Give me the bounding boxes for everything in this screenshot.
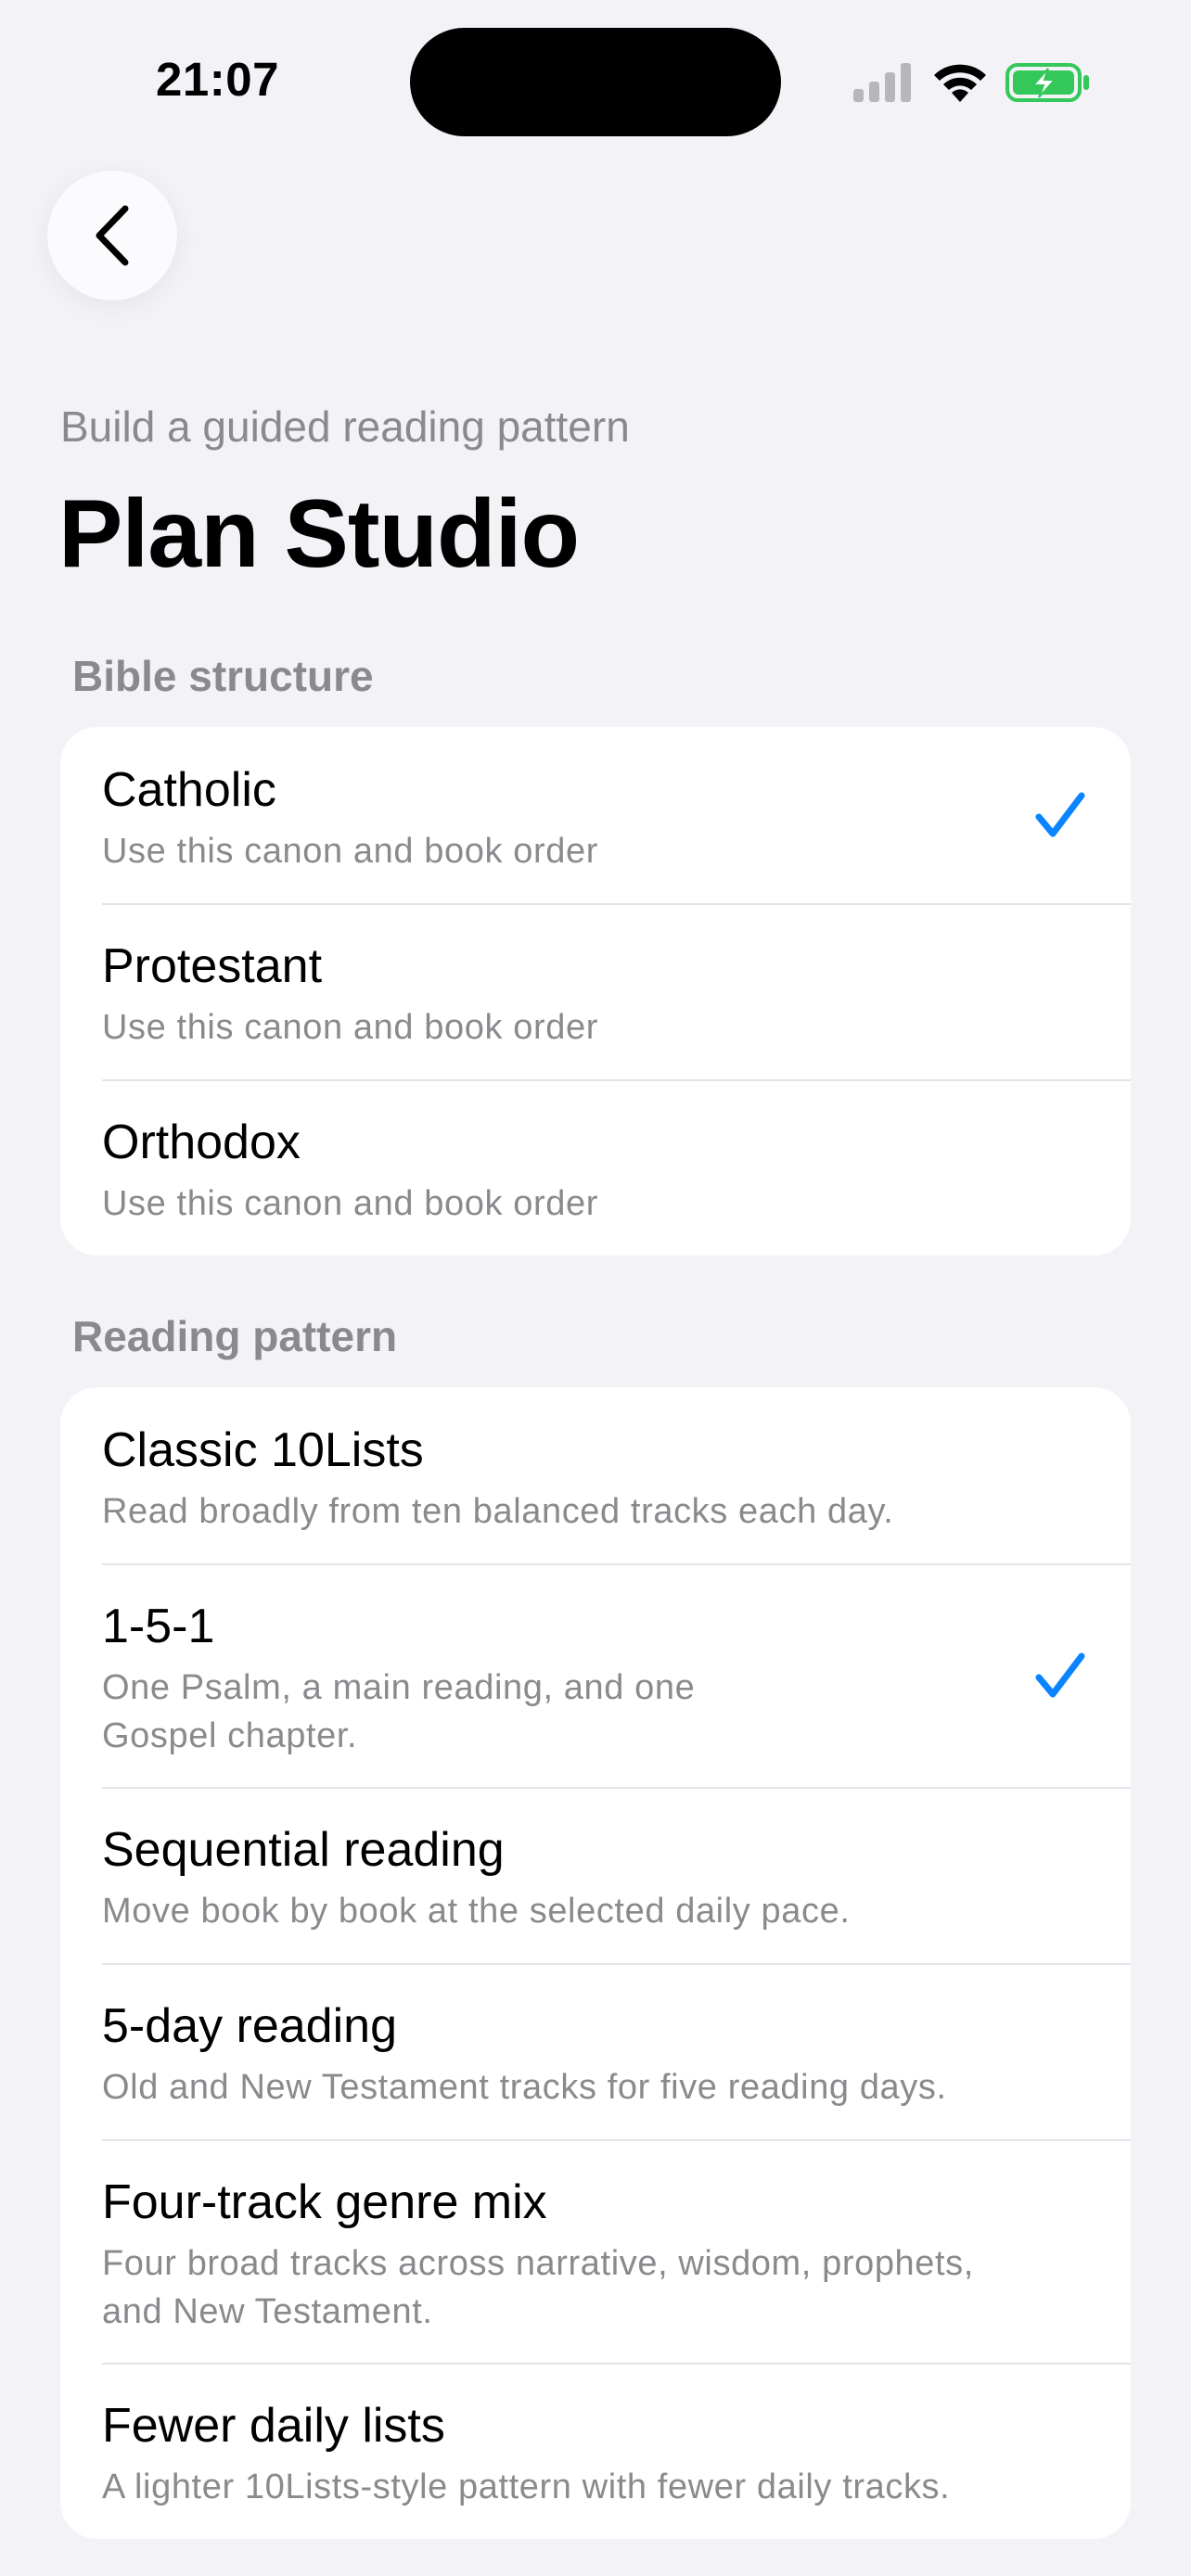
back-button[interactable]	[47, 171, 177, 300]
pattern-classic-10lists[interactable]: Classic 10Lists Read broadly from ten ba…	[60, 1387, 1131, 1563]
pattern-description-line1: Four broad tracks across narrative, wisd…	[102, 2244, 974, 2283]
plan-studio-screen: 21:07 Build a guided reading pattern Pla…	[0, 0, 1191, 2576]
option-protestant[interactable]: Protestant Use this canon and book order	[60, 903, 1131, 1079]
pattern-description: A lighter 10Lists-style pattern with few…	[102, 2468, 951, 2506]
dynamic-island	[410, 28, 781, 136]
option-title: Catholic	[102, 763, 276, 817]
option-orthodox[interactable]: Orthodox Use this canon and book order	[60, 1079, 1131, 1256]
cellular-signal-icon	[853, 63, 911, 102]
pattern-title: Fewer daily lists	[102, 2399, 445, 2453]
wifi-icon	[934, 64, 986, 102]
option-description: Use this canon and book order	[102, 832, 598, 871]
page-title: Plan Studio	[58, 480, 580, 588]
pattern-1-5-1[interactable]: 1-5-1 One Psalm, a main reading, and one…	[60, 1563, 1131, 1787]
status-time: 21:07	[156, 53, 279, 106]
pattern-description: Old and New Testament tracks for five re…	[102, 2068, 947, 2107]
battery-charging-icon	[1005, 63, 1089, 102]
chevron-left-icon	[96, 205, 129, 266]
pattern-sequential-reading[interactable]: Sequential reading Move book by book at …	[60, 1787, 1131, 1963]
pattern-description-line1: One Psalm, a main reading, and one	[102, 1668, 696, 1707]
option-description: Use this canon and book order	[102, 1008, 598, 1047]
pattern-four-track-genre-mix[interactable]: Four-track genre mix Four broad tracks a…	[60, 2139, 1131, 2363]
reading-pattern-section-label: Reading pattern	[72, 1312, 398, 1360]
pattern-title: Four-track genre mix	[102, 2175, 547, 2229]
pattern-title: Classic 10Lists	[102, 1423, 424, 1477]
pattern-title: 5-day reading	[102, 1999, 397, 2053]
pattern-description: Move book by book at the selected daily …	[102, 1892, 851, 1931]
bible-structure-list: Catholic Use this canon and book order P…	[60, 727, 1131, 1256]
checkmark-icon	[1035, 792, 1085, 837]
option-title: Protestant	[102, 939, 323, 993]
pattern-5-day-reading[interactable]: 5-day reading Old and New Testament trac…	[60, 1963, 1131, 2139]
option-description: Use this canon and book order	[102, 1184, 598, 1223]
pattern-fewer-daily-lists[interactable]: Fewer daily lists A lighter 10Lists-styl…	[60, 2363, 1131, 2539]
page-subtitle: Build a guided reading pattern	[60, 402, 630, 451]
checkmark-icon	[1035, 1652, 1085, 1697]
pattern-description-line2: and New Testament.	[102, 2292, 433, 2331]
option-title: Orthodox	[102, 1116, 301, 1169]
pattern-description: Read broadly from ten balanced tracks ea…	[102, 1492, 894, 1531]
pattern-description-line2: Gospel chapter.	[102, 1716, 358, 1755]
bible-structure-section-label: Bible structure	[72, 652, 374, 700]
pattern-title: Sequential reading	[102, 1823, 505, 1877]
pattern-title: 1-5-1	[102, 1600, 215, 1653]
option-catholic[interactable]: Catholic Use this canon and book order	[60, 727, 1131, 903]
reading-pattern-list: Classic 10Lists Read broadly from ten ba…	[60, 1387, 1131, 2539]
